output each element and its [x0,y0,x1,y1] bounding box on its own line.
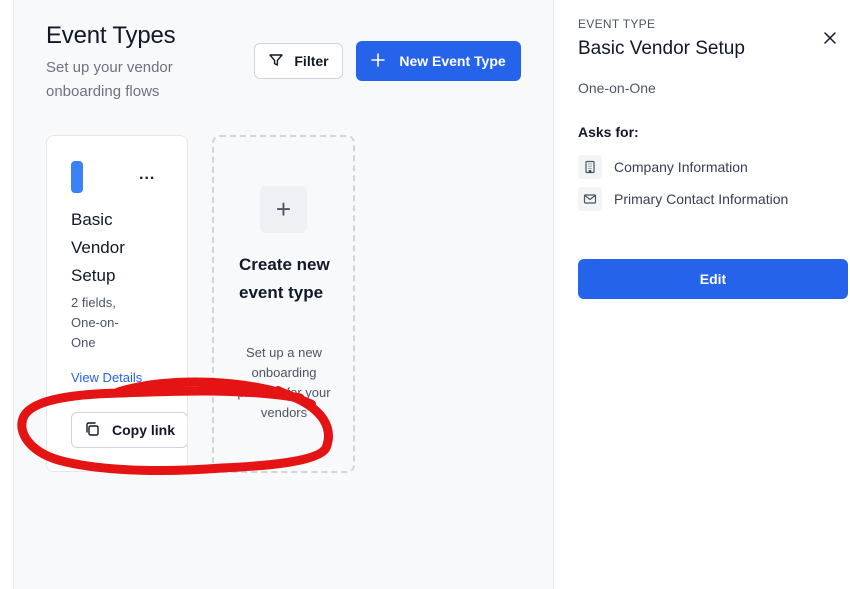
create-event-type-card[interactable]: + Create new event type Set up a new onb… [212,135,355,473]
create-plus-icon: + [260,186,307,233]
event-type-card[interactable]: ... Basic Vendor Setup 2 fields, One-on-… [46,135,188,472]
page-title: Event Types [46,22,176,49]
panel-label: EVENT TYPE [578,17,656,31]
view-details-link[interactable]: View Details [71,370,142,385]
create-card-description: Set up a new onboarding process for your… [237,345,331,420]
asks-for-heading: Asks for: [578,124,639,140]
new-event-type-button[interactable]: New Event Type [356,41,521,81]
ask-item-label: Primary Contact Information [614,191,789,207]
copy-link-label: Copy link [112,422,176,438]
filter-button-label: Filter [294,53,329,69]
card-menu-button[interactable]: ... [139,166,155,184]
ask-item: Primary Contact Information [578,187,788,211]
copy-icon [84,421,100,440]
new-event-type-label: New Event Type [399,53,506,69]
edit-button[interactable]: Edit [578,259,848,299]
card-color-accent [71,161,83,193]
page-subtitle: Set up your vendor onboarding flows [46,59,173,100]
event-type-detail-panel: EVENT TYPE Basic Vendor Setup One-on-One… [553,0,850,589]
panel-title: Basic Vendor Setup [578,38,745,59]
close-icon[interactable] [820,28,840,48]
card-meta: 2 fields, One-on-One [71,295,119,350]
create-card-title: Create new event type [239,255,330,302]
filter-icon [268,52,284,71]
card-title: Basic Vendor Setup [71,210,125,285]
left-edge-strip [0,0,14,589]
mail-icon [578,187,602,211]
ask-item-label: Company Information [614,159,748,175]
building-icon [578,155,602,179]
plus-icon [371,52,386,70]
copy-link-button[interactable]: Copy link [71,412,187,448]
ask-item: Company Information [578,155,748,179]
panel-event-type: One-on-One [578,80,656,96]
filter-button[interactable]: Filter [254,43,343,79]
main-content: Event Types Set up your vendor onboardin… [14,0,553,589]
